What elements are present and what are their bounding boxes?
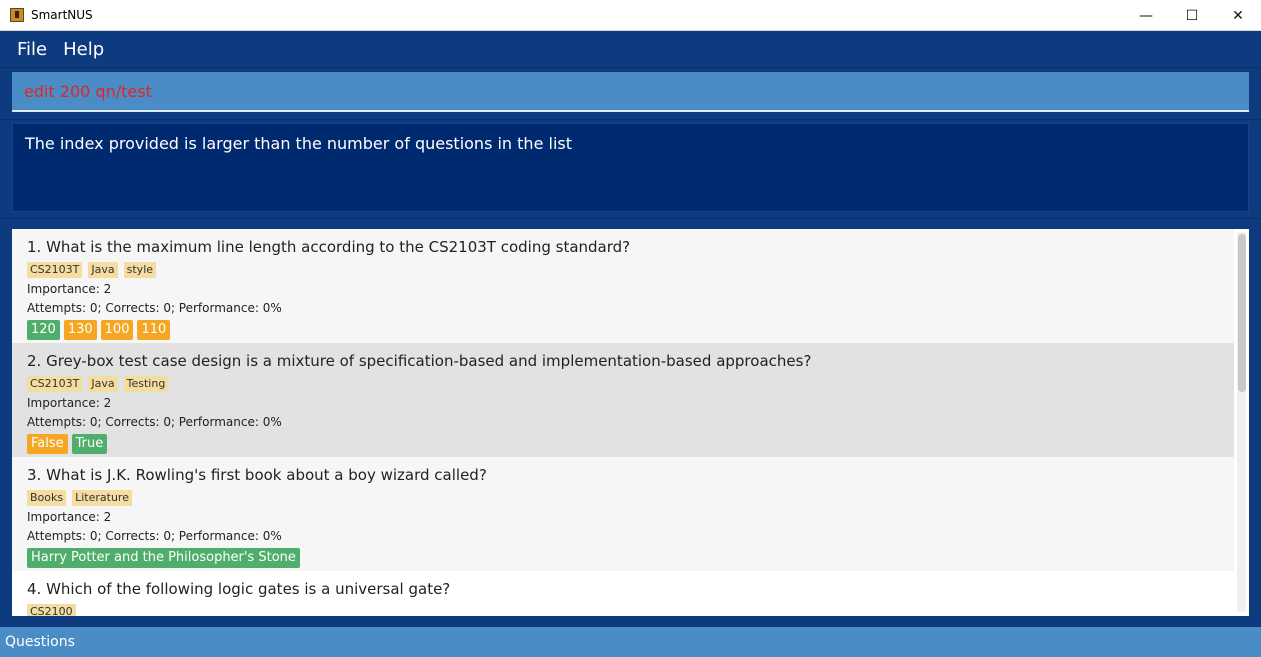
divider: [0, 218, 1261, 219]
importance-label: Importance: 2: [27, 510, 112, 524]
divider: [0, 67, 1261, 68]
tag-list: Books Literature: [27, 490, 1219, 506]
tag: Java: [88, 262, 118, 278]
answer-option: 130: [63, 320, 97, 340]
importance-label: Importance: 2: [27, 396, 112, 410]
divider: [0, 119, 1261, 120]
menu-bar: File Help: [0, 31, 1261, 67]
question-text: 1. What is the maximum line length accor…: [27, 238, 631, 256]
command-text: edit 200 qn/test: [24, 81, 152, 101]
status-label: Questions: [5, 634, 75, 650]
tag: CS2103T: [27, 376, 83, 392]
answer-list: False True: [27, 434, 1219, 454]
question-text: 3. What is J.K. Rowling's first book abo…: [27, 466, 487, 484]
tag: Literature: [72, 490, 132, 506]
answer-option: 110: [137, 320, 171, 340]
minimize-button[interactable]: —: [1123, 0, 1169, 31]
answer-option: True: [71, 434, 108, 454]
tag-list: CS2100: [27, 604, 1219, 616]
answer-option: Harry Potter and the Philosopher's Stone: [27, 548, 300, 568]
status-bar: Questions: [0, 627, 1261, 657]
question-card[interactable]: 1. What is the maximum line length accor…: [12, 229, 1234, 343]
menu-help[interactable]: Help: [55, 39, 112, 60]
command-input[interactable]: edit 200 qn/test: [12, 72, 1249, 112]
statistics-label: Attempts: 0; Corrects: 0; Performance: 0…: [27, 415, 282, 429]
answer-option: False: [27, 434, 68, 454]
answer-option: 100: [100, 320, 134, 340]
answer-list: 120 130 100 110: [27, 320, 1219, 340]
tag: Testing: [123, 376, 169, 392]
maximize-button[interactable]: ☐: [1169, 0, 1215, 31]
tag-list: CS2103T Java Testing: [27, 376, 1219, 392]
menu-file[interactable]: File: [9, 39, 55, 60]
tag: style: [123, 262, 157, 278]
question-text: 2. Grey-box test case design is a mixtur…: [27, 352, 812, 370]
answer-option: 120: [27, 320, 60, 340]
app-icon: [10, 8, 24, 22]
list-scrollbar[interactable]: [1237, 232, 1246, 612]
tag: Books: [27, 490, 67, 506]
tag: CS2103T: [27, 262, 83, 278]
main-window: File Help edit 200 qn/test The index pro…: [0, 31, 1261, 657]
close-button[interactable]: ✕: [1215, 0, 1261, 31]
tag: CS2100: [27, 604, 76, 616]
answer-list: Harry Potter and the Philosopher's Stone: [27, 548, 1219, 568]
window-titlebar: SmartNUS — ☐ ✕: [0, 0, 1261, 31]
scrollbar-thumb[interactable]: [1238, 234, 1246, 392]
question-text: 4. Which of the following logic gates is…: [27, 580, 451, 598]
tag: Java: [88, 376, 118, 392]
window-controls: — ☐ ✕: [1123, 0, 1261, 31]
statistics-label: Attempts: 0; Corrects: 0; Performance: 0…: [27, 301, 282, 315]
statistics-label: Attempts: 0; Corrects: 0; Performance: 0…: [27, 529, 282, 543]
question-card[interactable]: 4. Which of the following logic gates is…: [12, 571, 1234, 616]
question-card[interactable]: 2. Grey-box test case design is a mixtur…: [12, 343, 1234, 457]
result-display: The index provided is larger than the nu…: [12, 123, 1249, 212]
result-message: The index provided is larger than the nu…: [25, 134, 572, 153]
importance-label: Importance: 2: [27, 282, 112, 296]
question-list: 1. What is the maximum line length accor…: [12, 229, 1249, 616]
question-card[interactable]: 3. What is J.K. Rowling's first book abo…: [12, 457, 1234, 571]
window-title: SmartNUS: [31, 8, 93, 22]
tag-list: CS2103T Java style: [27, 262, 1219, 278]
